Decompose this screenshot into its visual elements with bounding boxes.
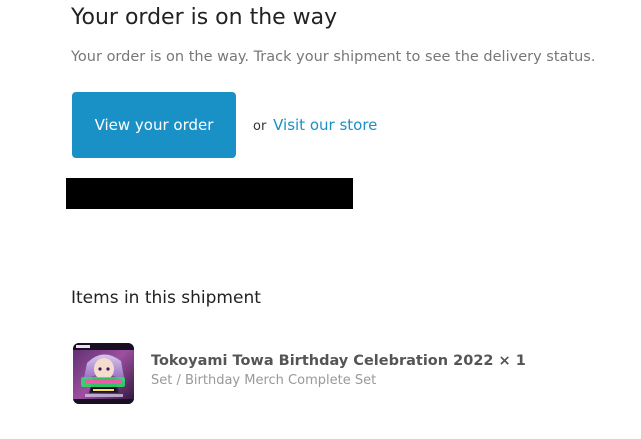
view-order-button[interactable]: View your order bbox=[72, 92, 236, 158]
item-title: Tokoyami Towa Birthday Celebration 2022 … bbox=[151, 352, 526, 369]
shipment-items-heading: Items in this shipment bbox=[71, 288, 261, 308]
page-title: Your order is on the way bbox=[71, 5, 338, 30]
item-details: Tokoyami Towa Birthday Celebration 2022 … bbox=[151, 353, 526, 388]
redacted-block bbox=[66, 178, 353, 209]
product-thumbnail-image bbox=[73, 342, 134, 404]
item-variant: Set / Birthday Merch Complete Set bbox=[151, 372, 377, 388]
or-label: or bbox=[253, 119, 267, 134]
order-status-description: Your order is on the way. Track your shi… bbox=[71, 49, 596, 65]
shipment-item: Tokoyami Towa Birthday Celebration 2022 … bbox=[73, 342, 526, 404]
visit-store-link[interactable]: Visit our store bbox=[273, 116, 377, 134]
secondary-action-row: or Visit our store bbox=[253, 116, 377, 134]
